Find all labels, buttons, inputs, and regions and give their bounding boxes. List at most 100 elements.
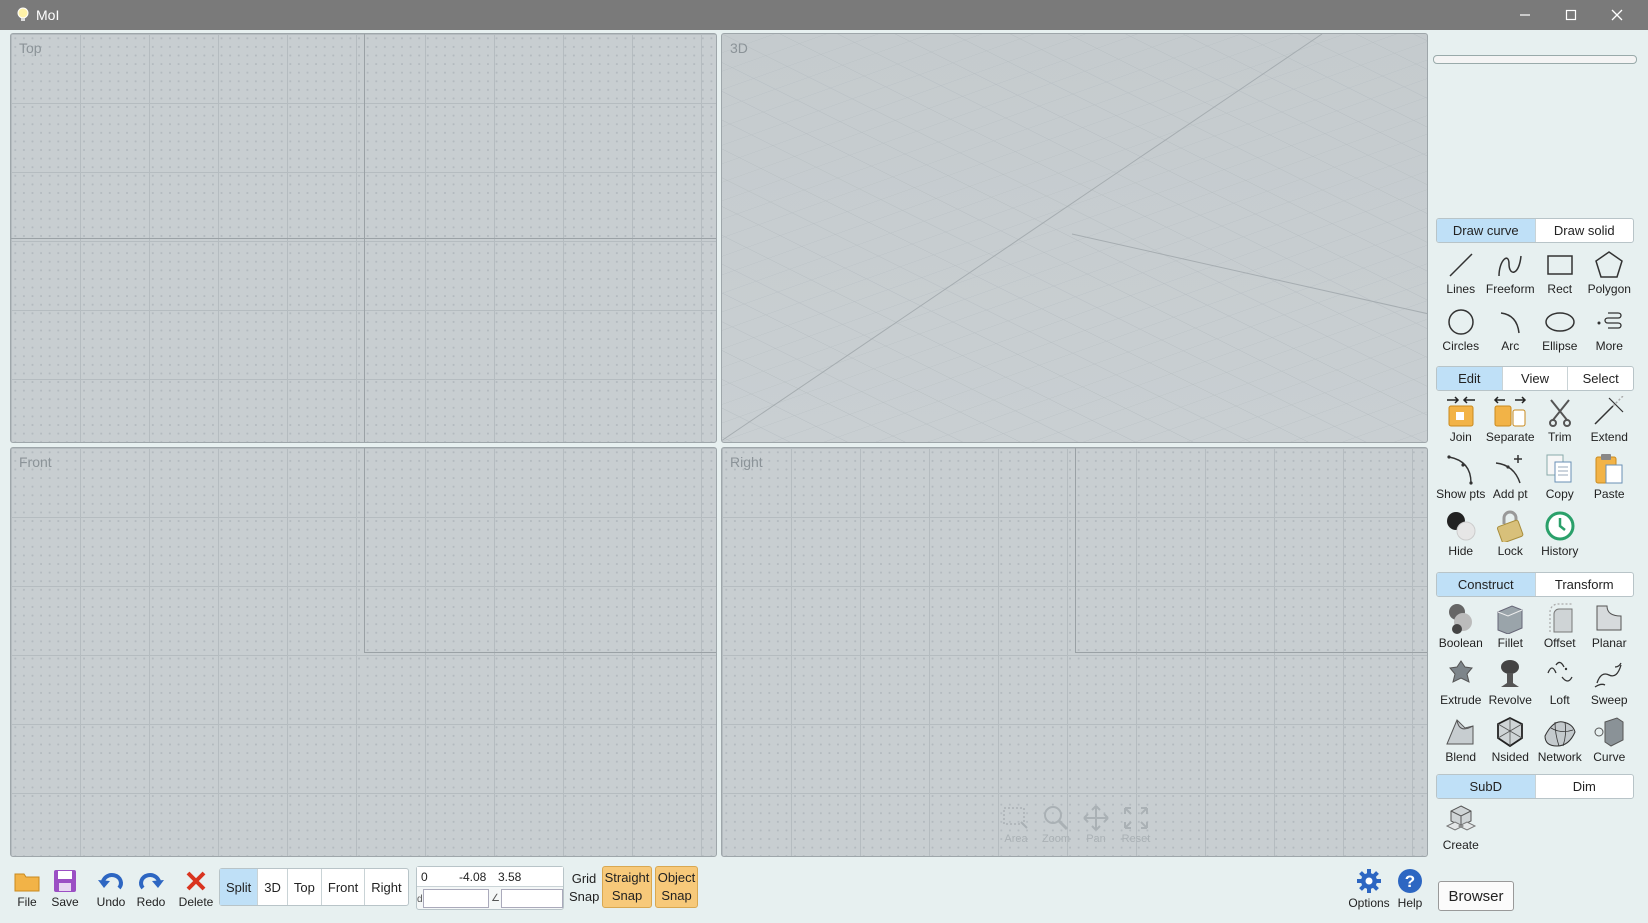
zoom-label: Zoom — [1041, 833, 1071, 845]
viewport-top[interactable]: Top — [10, 33, 717, 443]
tool-label: Extend — [1590, 430, 1628, 444]
close-button[interactable] — [1594, 0, 1640, 30]
tool-lock[interactable]: Lock — [1486, 508, 1536, 565]
reset-button[interactable]: Reset — [1118, 803, 1154, 845]
tab-draw-solid[interactable]: Draw solid — [1536, 219, 1634, 242]
object-snap-toggle[interactable]: Object Snap — [655, 866, 698, 908]
gear-icon — [1357, 869, 1381, 893]
viewport-label-front[interactable]: Front — [19, 454, 52, 470]
tool-nsided[interactable]: Nsided — [1486, 714, 1536, 771]
tab-construct[interactable]: Construct — [1437, 573, 1536, 596]
tool-offset[interactable]: Offset — [1535, 600, 1585, 657]
ellipse-icon — [1545, 312, 1575, 332]
angle-field[interactable] — [501, 889, 563, 908]
maximize-button[interactable] — [1548, 0, 1594, 30]
tool-polygon[interactable]: Polygon — [1585, 246, 1635, 303]
tool-history[interactable]: History — [1535, 508, 1585, 565]
tool-paste[interactable]: Paste — [1585, 451, 1635, 508]
delete-x-icon — [186, 871, 206, 891]
options-button[interactable]: Options — [1347, 866, 1391, 910]
minimize-icon — [1520, 14, 1530, 16]
tool-curve[interactable]: Curve — [1585, 714, 1635, 771]
tool-label: Extrude — [1440, 693, 1482, 707]
tool-extend[interactable]: Extend — [1585, 394, 1635, 451]
tool-label: Polygon — [1587, 282, 1631, 296]
tool-network[interactable]: Network — [1535, 714, 1585, 771]
view-right-button[interactable]: Right — [365, 869, 407, 905]
tool-revolve[interactable]: Revolve — [1486, 657, 1536, 714]
tool-extrude[interactable]: Extrude — [1436, 657, 1486, 714]
tab-draw-curve[interactable]: Draw curve — [1437, 219, 1536, 242]
save-button[interactable]: Save — [46, 867, 84, 909]
network-icon — [1544, 721, 1576, 747]
tool-label: Add pt — [1492, 487, 1528, 501]
coordinate-input[interactable]: 0 -4.08 3.58 d ∠ — [416, 866, 564, 910]
redo-button[interactable]: Redo — [132, 867, 170, 909]
tool-more[interactable]: More — [1585, 303, 1635, 360]
viewport-label-top[interactable]: Top — [19, 40, 42, 56]
y-axis-line — [1075, 652, 1427, 653]
tool-join[interactable]: Join — [1436, 394, 1486, 451]
tool-circles[interactable]: Circles — [1436, 303, 1486, 360]
viewport-label-right[interactable]: Right — [730, 454, 763, 470]
tab-edit[interactable]: Edit — [1437, 367, 1503, 390]
tool-fillet[interactable]: Fillet — [1486, 600, 1536, 657]
viewport-3d[interactable]: 3D — [721, 33, 1428, 443]
viewport-right[interactable]: Right Area Zoom Pan Reset — [721, 447, 1428, 857]
tool-show-pts[interactable]: Show pts — [1436, 451, 1486, 508]
grid-snap-toggle[interactable]: Grid Snap — [569, 870, 599, 906]
arc-icon — [1501, 312, 1520, 334]
tool-create[interactable]: Create — [1436, 802, 1486, 859]
tab-subd[interactable]: SubD — [1437, 775, 1536, 798]
view-top-button[interactable]: Top — [288, 869, 322, 905]
tool-trim[interactable]: Trim — [1535, 394, 1585, 451]
tool-loft[interactable]: Loft — [1535, 657, 1585, 714]
tool-arc[interactable]: Arc — [1486, 303, 1536, 360]
undo-button[interactable]: Undo — [92, 867, 130, 909]
viewport-label-3d[interactable]: 3D — [730, 40, 748, 56]
tab-dim[interactable]: Dim — [1536, 775, 1634, 798]
coordinate-readout[interactable]: 0 -4.08 3.58 — [417, 867, 563, 887]
tool-separate[interactable]: Separate — [1486, 394, 1536, 451]
tool-add-pt[interactable]: Add pt — [1486, 451, 1536, 508]
tool-hide[interactable]: Hide — [1436, 508, 1486, 565]
zoom-button[interactable]: Zoom — [1038, 803, 1074, 845]
delete-button[interactable]: Delete — [177, 867, 215, 909]
tool-planar[interactable]: Planar — [1585, 600, 1635, 657]
y-axis-line — [364, 34, 365, 442]
grid-snap-line2: Snap — [569, 889, 600, 904]
tool-label: Create — [1442, 838, 1479, 852]
browser-button[interactable]: Browser — [1438, 881, 1514, 911]
straight-snap-line1: Straight — [604, 870, 650, 885]
tab-select[interactable]: Select — [1568, 367, 1633, 390]
polygon-icon — [1595, 251, 1624, 278]
tool-blend[interactable]: Blend — [1436, 714, 1486, 771]
copy-icon — [1546, 454, 1572, 483]
tool-lines[interactable]: Lines — [1436, 246, 1486, 303]
tool-label: Hide — [1448, 544, 1474, 558]
tool-ellipse[interactable]: Ellipse — [1535, 303, 1585, 360]
straight-snap-toggle[interactable]: Straight Snap — [602, 866, 652, 908]
viewport-front[interactable]: Front — [10, 447, 717, 857]
tool-copy[interactable]: Copy — [1535, 451, 1585, 508]
help-button[interactable]: ? Help — [1390, 866, 1430, 910]
tool-label: Fillet — [1497, 636, 1523, 650]
tab-transform[interactable]: Transform — [1536, 573, 1634, 596]
distance-field[interactable] — [423, 889, 489, 908]
tab-view[interactable]: View — [1503, 367, 1569, 390]
view-3d-button[interactable]: 3D — [258, 869, 288, 905]
area-zoom-button[interactable]: Area — [998, 803, 1034, 845]
tool-label: Copy — [1545, 487, 1574, 501]
pan-button[interactable]: Pan — [1078, 803, 1114, 845]
tool-rect[interactable]: Rect — [1535, 246, 1585, 303]
tool-boolean[interactable]: Boolean — [1436, 600, 1486, 657]
file-button[interactable]: File — [8, 867, 46, 909]
minimize-button[interactable] — [1502, 0, 1548, 30]
view-split-button[interactable]: Split — [220, 869, 259, 905]
tool-label: Blend — [1445, 750, 1477, 764]
tool-label: Nsided — [1491, 750, 1529, 764]
view-front-button[interactable]: Front — [322, 869, 366, 905]
edit-tabs: Edit View Select — [1436, 366, 1634, 391]
tool-freeform[interactable]: Freeform — [1486, 246, 1536, 303]
tool-sweep[interactable]: Sweep — [1585, 657, 1635, 714]
